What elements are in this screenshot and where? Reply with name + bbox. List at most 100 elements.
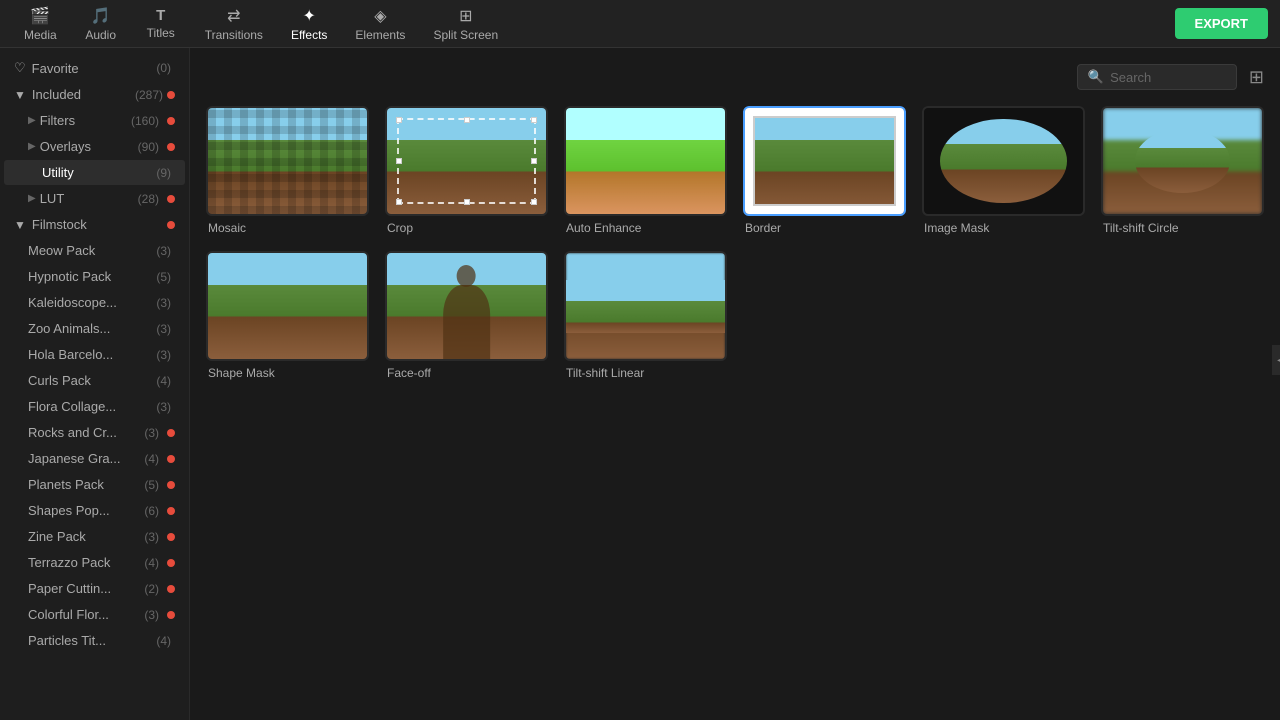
nav-media[interactable]: 🎬 Media <box>12 2 69 46</box>
export-button[interactable]: EXPORT <box>1175 8 1268 39</box>
sidebar-item-curls-pack[interactable]: Curls Pack (4) <box>4 368 185 393</box>
filters-label: Filters <box>40 113 131 128</box>
sidebar-item-particles-tit[interactable]: Particles Tit... (4) <box>4 628 185 653</box>
sidebar-item-hypnotic-pack[interactable]: Hypnotic Pack (5) <box>4 264 185 289</box>
search-icon: 🔍 <box>1088 69 1104 85</box>
effect-crop-label: Crop <box>385 221 548 235</box>
sidebar-item-zoo-animals[interactable]: Zoo Animals... (3) <box>4 316 185 341</box>
planets-dot <box>167 481 175 489</box>
nav-titles[interactable]: T Titles <box>133 3 189 44</box>
sidebar-item-lut[interactable]: ▶ LUT (28) <box>4 186 185 211</box>
effect-shape-mask[interactable]: Shape Mask <box>206 251 369 380</box>
terrazzo-pack-count: (4) <box>144 556 159 570</box>
shapes-pop-count: (6) <box>144 504 159 518</box>
filmstock-expand-icon: ▼ <box>14 218 26 232</box>
sidebar-item-hola-barcelona[interactable]: Hola Barcelo... (3) <box>4 342 185 367</box>
effect-face-off[interactable]: Face-off <box>385 251 548 380</box>
favorite-count: (0) <box>156 61 171 75</box>
effect-crop[interactable]: Crop <box>385 106 548 235</box>
sidebar-item-colorful-flora[interactable]: Colorful Flor... (3) <box>4 602 185 627</box>
nav-elements[interactable]: ◈ Elements <box>343 2 417 46</box>
effect-image-mask[interactable]: Image Mask <box>922 106 1085 235</box>
sidebar-item-planets-pack[interactable]: Planets Pack (5) <box>4 472 185 497</box>
kaleidoscope-label: Kaleidoscope... <box>28 295 156 310</box>
effect-border-label: Border <box>743 221 906 235</box>
nav-transitions[interactable]: ⇄ Transitions <box>193 2 275 46</box>
effects-icon: ✦ <box>302 6 315 26</box>
effect-auto-enhance[interactable]: Auto Enhance <box>564 106 727 235</box>
sidebar-item-zine-pack[interactable]: Zine Pack (3) <box>4 524 185 549</box>
nav-titles-label: Titles <box>147 26 175 40</box>
effect-face-off-label: Face-off <box>385 366 548 380</box>
sidebar-item-filters[interactable]: ▶ Filters (160) <box>4 108 185 133</box>
sidebar: ♡ Favorite (0) ▼ Included (287) ▶ Filter… <box>0 48 190 720</box>
lut-expand-icon: ▶ <box>28 193 36 204</box>
utility-count: (9) <box>156 166 171 180</box>
effect-tilt-shift-linear[interactable]: Tilt-shift Linear <box>564 251 727 380</box>
effect-tilt-shift-circle-thumb <box>1101 106 1264 216</box>
effect-mosaic[interactable]: Mosaic <box>206 106 369 235</box>
transitions-icon: ⇄ <box>227 6 240 26</box>
nav-splitscreen-label: Split Screen <box>433 28 498 42</box>
sidebar-item-rocks-and-cr[interactable]: Rocks and Cr... (3) <box>4 420 185 445</box>
hypnotic-pack-count: (5) <box>156 270 171 284</box>
hypnotic-pack-label: Hypnotic Pack <box>28 269 156 284</box>
utility-label: Utility <box>28 165 156 180</box>
sidebar-item-utility[interactable]: Utility (9) <box>4 160 185 185</box>
content-area: 🔍 ⊞ Mosaic <box>190 48 1280 720</box>
sidebar-item-terrazzo-pack[interactable]: Terrazzo Pack (4) <box>4 550 185 575</box>
sidebar-item-kaleidoscope[interactable]: Kaleidoscope... (3) <box>4 290 185 315</box>
planets-pack-count: (5) <box>144 478 159 492</box>
sidebar-item-paper-cutting[interactable]: Paper Cuttin... (2) <box>4 576 185 601</box>
japanese-gra-label: Japanese Gra... <box>28 451 144 466</box>
zoo-animals-count: (3) <box>156 322 171 336</box>
sidebar-item-meow-pack[interactable]: Meow Pack (3) <box>4 238 185 263</box>
effect-mosaic-label: Mosaic <box>206 221 369 235</box>
effect-shape-mask-thumb <box>206 251 369 361</box>
colorful-dot <box>167 611 175 619</box>
sidebar-section-included[interactable]: ▼ Included (287) <box>4 82 185 107</box>
filters-count: (160) <box>131 114 159 128</box>
colorful-flora-label: Colorful Flor... <box>28 607 144 622</box>
colorful-flora-count: (3) <box>144 608 159 622</box>
hola-barcelona-label: Hola Barcelo... <box>28 347 156 362</box>
sidebar-item-overlays[interactable]: ▶ Overlays (90) <box>4 134 185 159</box>
filters-dot <box>167 117 175 125</box>
kaleidoscope-count: (3) <box>156 296 171 310</box>
audio-icon: 🎵 <box>91 6 111 26</box>
nav-effects[interactable]: ✦ Effects <box>279 2 339 46</box>
rocks-dot <box>167 429 175 437</box>
nav-splitscreen[interactable]: ⊞ Split Screen <box>421 2 510 46</box>
flora-collage-label: Flora Collage... <box>28 399 156 414</box>
effect-face-off-thumb <box>385 251 548 361</box>
main-layout: ♡ Favorite (0) ▼ Included (287) ▶ Filter… <box>0 48 1280 720</box>
lut-dot <box>167 195 175 203</box>
nav-media-label: Media <box>24 28 57 42</box>
zine-pack-count: (3) <box>144 530 159 544</box>
nav-audio[interactable]: 🎵 Audio <box>73 2 129 46</box>
meow-pack-label: Meow Pack <box>28 243 156 258</box>
effect-auto-enhance-thumb <box>564 106 727 216</box>
paper-cutting-label: Paper Cuttin... <box>28 581 144 596</box>
sidebar-item-favorite[interactable]: ♡ Favorite (0) <box>4 55 185 81</box>
nav-transitions-label: Transitions <box>205 28 263 42</box>
shapes-pop-dot <box>167 507 175 515</box>
overlays-expand-icon: ▶ <box>28 141 36 152</box>
overlays-count: (90) <box>138 140 159 154</box>
sidebar-section-filmstock[interactable]: ▼ Filmstock <box>4 212 185 237</box>
paper-cutting-count: (2) <box>144 582 159 596</box>
titles-icon: T <box>156 7 165 24</box>
search-input[interactable] <box>1110 70 1226 85</box>
meow-pack-count: (3) <box>156 244 171 258</box>
topnav: 🎬 Media 🎵 Audio T Titles ⇄ Transitions ✦… <box>0 0 1280 48</box>
grid-view-icon[interactable]: ⊞ <box>1249 67 1264 88</box>
sidebar-item-japanese-gra[interactable]: Japanese Gra... (4) <box>4 446 185 471</box>
japanese-dot <box>167 455 175 463</box>
lut-label: LUT <box>40 191 138 206</box>
effect-border[interactable]: Border <box>743 106 906 235</box>
sidebar-item-flora-collage[interactable]: Flora Collage... (3) <box>4 394 185 419</box>
sidebar-item-shapes-pop[interactable]: Shapes Pop... (6) <box>4 498 185 523</box>
search-bar[interactable]: 🔍 <box>1077 64 1237 90</box>
effect-tilt-shift-circle[interactable]: Tilt-shift Circle <box>1101 106 1264 235</box>
effect-tilt-shift-linear-label: Tilt-shift Linear <box>564 366 727 380</box>
